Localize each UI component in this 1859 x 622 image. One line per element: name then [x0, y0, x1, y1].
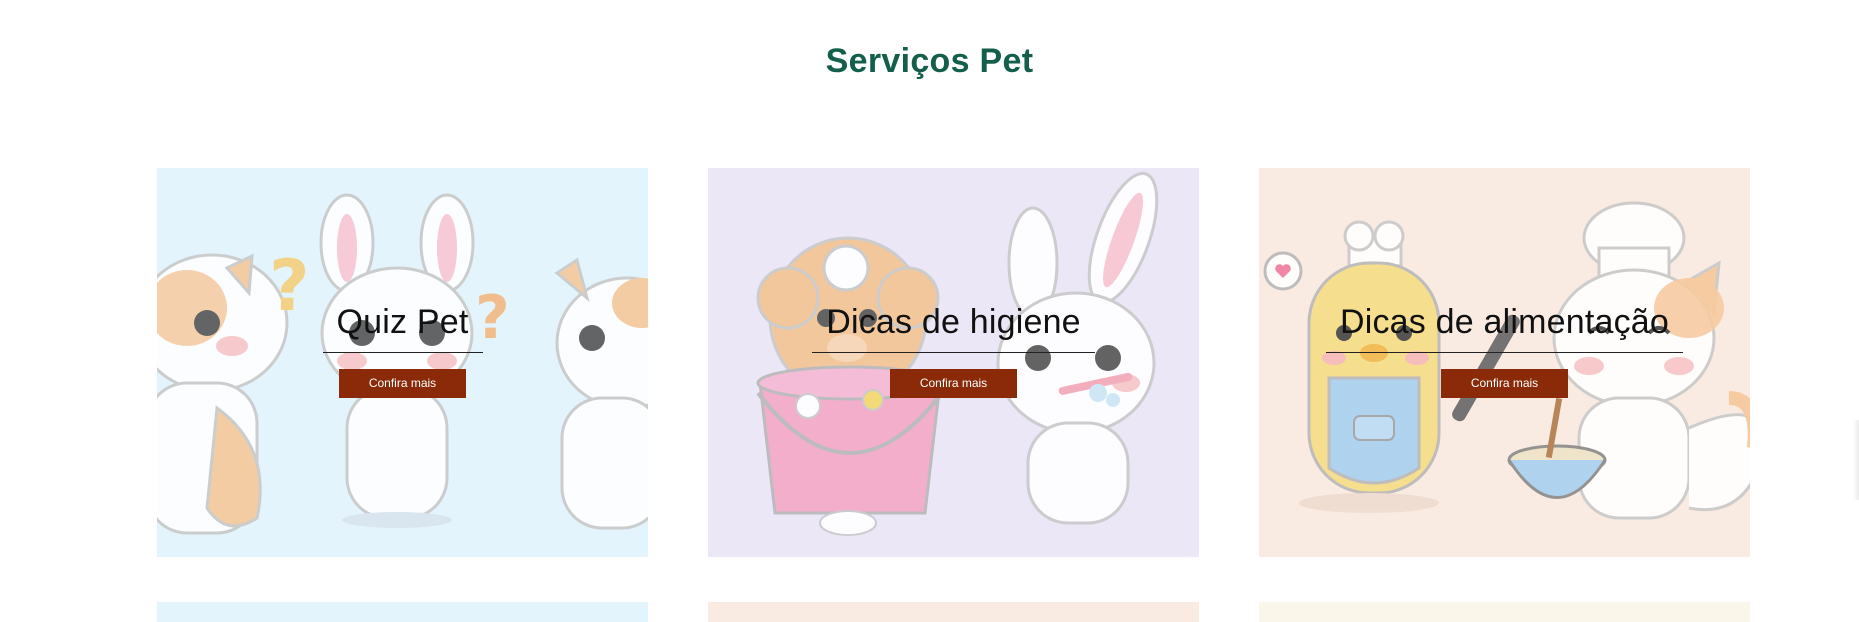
- service-card-higiene[interactable]: Dicas de higiene Confira mais: [708, 168, 1199, 557]
- card-title: Quiz Pet: [322, 303, 483, 353]
- scroll-edge: [1853, 420, 1859, 500]
- service-card-partial[interactable]: [1259, 602, 1750, 622]
- card-title: Dicas de higiene: [812, 303, 1095, 353]
- service-card-quiz[interactable]: ? ? Quiz Pet Confira mais: [157, 168, 648, 557]
- service-card-alimentacao[interactable]: Dicas de alimentação Confira mais: [1259, 168, 1750, 557]
- confira-mais-button[interactable]: Confira mais: [1441, 369, 1568, 398]
- confira-mais-button[interactable]: Confira mais: [890, 369, 1017, 398]
- confira-mais-button[interactable]: Confira mais: [339, 369, 466, 398]
- card-title: Dicas de alimentação: [1325, 303, 1684, 353]
- section-title: Serviços Pet: [825, 42, 1034, 80]
- service-card-partial[interactable]: [157, 602, 648, 622]
- service-card-partial[interactable]: [708, 602, 1199, 622]
